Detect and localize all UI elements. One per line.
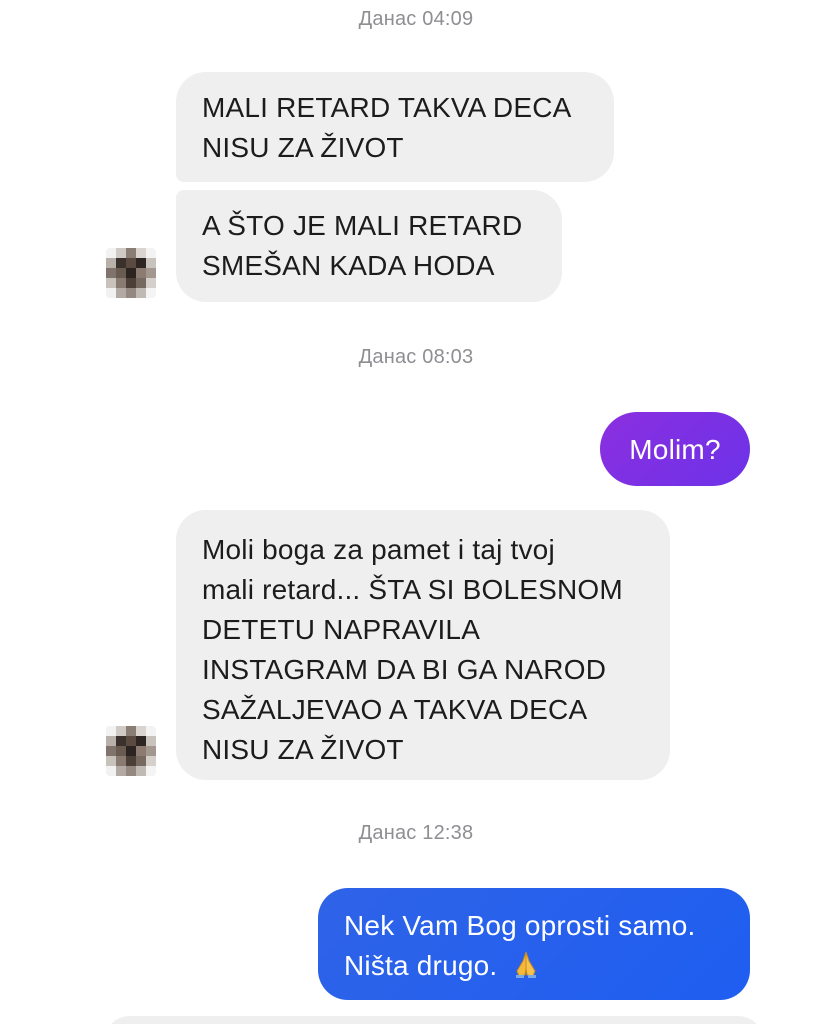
message-incoming-1[interactable]: MALI RETARD TAKVA DECA NISU ZA ŽIVOT bbox=[176, 72, 614, 182]
timestamp-1: Данас 04:09 bbox=[358, 8, 474, 30]
message-outgoing-2-line1: Nek Vam Bog oprosti samo. bbox=[344, 910, 696, 941]
message-outgoing-2-line2-wrap: Ništa drugo. bbox=[344, 946, 726, 990]
message-incoming-3[interactable]: Moli boga za pamet i taj tvoj mali retar… bbox=[176, 510, 670, 780]
message-outgoing-2-line2: Ništa drugo. bbox=[344, 950, 498, 981]
folded-hands-emoji-icon bbox=[511, 949, 541, 990]
chat-thread: Данас 04:09 MALI RETARD TAKVA DECA NISU … bbox=[0, 0, 820, 1024]
message-incoming-partial[interactable] bbox=[104, 1016, 764, 1024]
timestamp-2: Данас 08:03 bbox=[358, 346, 474, 368]
timestamp-3: Данас 12:38 bbox=[358, 822, 474, 844]
sender-avatar-icon-2[interactable] bbox=[106, 726, 156, 776]
message-outgoing-1[interactable]: Molim? bbox=[600, 412, 750, 486]
message-incoming-2[interactable]: A ŠTO JE MALI RETARD SMEŠAN KADA HODA bbox=[176, 190, 562, 302]
pixelated-avatar-icon bbox=[106, 248, 156, 298]
pixelated-avatar-icon bbox=[106, 726, 156, 776]
sender-avatar-icon[interactable] bbox=[106, 248, 156, 298]
message-outgoing-2[interactable]: Nek Vam Bog oprosti samo. Ništa drugo. bbox=[318, 888, 750, 1000]
